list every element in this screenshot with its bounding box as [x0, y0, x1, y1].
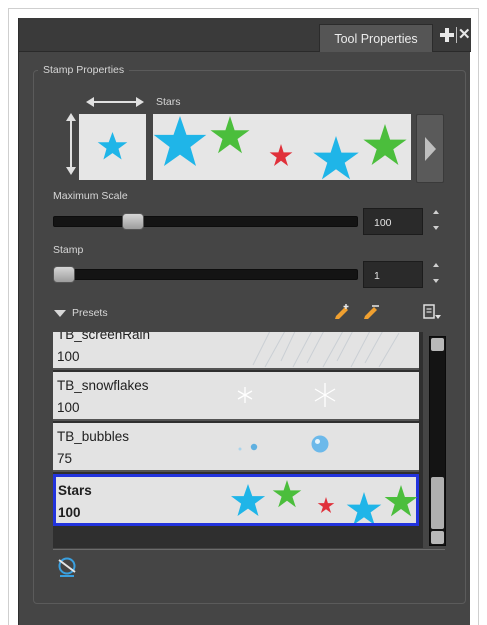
scroll-down-button[interactable] — [431, 531, 444, 544]
rain-preview — [252, 332, 400, 368]
stamp-label: Stamp — [53, 244, 84, 256]
star-green-icon — [272, 480, 302, 508]
preset-value: 100 — [58, 505, 81, 520]
scroll-thumb[interactable] — [431, 477, 444, 529]
tool-properties-panel: Tool Properties ✕ Stamp Properties Stars… — [18, 18, 471, 625]
star-red-icon — [269, 144, 293, 166]
tab-separator — [456, 27, 457, 43]
preset-name: TB_screenRain — [57, 332, 151, 342]
maximum-scale-spinner[interactable] — [431, 206, 441, 236]
maximum-scale-slider-handle[interactable] — [122, 213, 144, 230]
stamp-preview-strip — [153, 114, 411, 180]
maximum-scale-slider[interactable] — [53, 216, 358, 227]
bubbles-preview — [238, 435, 329, 453]
star-blue-icon — [231, 484, 266, 516]
preset-item-bubbles[interactable]: TB_bubbles 75 — [53, 423, 419, 472]
preset-item-stars[interactable]: Stars 100 — [53, 474, 419, 526]
preset-item-snowflakes[interactable]: TB_snowflakes 100 — [53, 372, 419, 421]
vertical-double-arrow-icon — [66, 113, 76, 175]
horizontal-double-arrow-icon — [86, 97, 144, 107]
stamp-field[interactable]: 1 — [363, 261, 423, 288]
tab-bar: Tool Properties ✕ — [19, 18, 471, 52]
star-blue-icon — [153, 116, 207, 166]
star-red-icon — [317, 497, 335, 513]
star-blue-icon — [313, 136, 359, 180]
presets-scrollbar[interactable] — [429, 336, 446, 546]
presets-header[interactable]: Presets — [54, 307, 108, 319]
collapse-triangle-icon[interactable] — [54, 309, 66, 317]
stamp-slider-handle[interactable] — [53, 266, 75, 283]
preset-name: TB_bubbles — [57, 429, 130, 444]
star-green-icon — [363, 124, 407, 165]
maximum-scale-field[interactable]: 100 — [363, 208, 423, 235]
preset-value: 75 — [57, 451, 73, 466]
star-green-icon — [210, 116, 250, 154]
maximum-scale-label: Maximum Scale — [53, 190, 128, 202]
list-divider — [53, 549, 445, 550]
stamp-slider[interactable] — [53, 269, 358, 280]
presets-label: Presets — [72, 307, 108, 319]
star-blue-icon — [97, 132, 128, 160]
rename-preset-icon[interactable] — [362, 304, 382, 320]
preset-name: Stars — [58, 483, 92, 498]
tab-tool-properties[interactable]: Tool Properties — [319, 24, 433, 52]
new-preset-icon[interactable] — [332, 304, 352, 320]
stars-preview — [231, 480, 418, 523]
preset-value: 100 — [57, 400, 80, 415]
snowflakes-preview — [237, 383, 336, 407]
star-green-icon — [384, 485, 418, 517]
stamp-preview-single — [79, 114, 146, 180]
star-blue-icon — [346, 492, 382, 523]
preset-value: 100 — [57, 349, 80, 364]
stamp-spinner[interactable] — [431, 259, 441, 289]
preset-name: TB_snowflakes — [57, 378, 149, 393]
next-stamp-button[interactable] — [416, 114, 444, 183]
close-icon[interactable]: ✕ — [458, 25, 471, 43]
add-icon[interactable] — [439, 27, 455, 43]
stamp-name-label: Stars — [156, 96, 181, 108]
plugin-icon[interactable] — [57, 557, 77, 579]
presets-list[interactable]: TB_screenRain 100 TB_snowflakes 100 TB_b… — [53, 332, 423, 548]
preset-item-screenrain[interactable]: TB_screenRain 100 — [53, 332, 419, 370]
group-title: Stamp Properties — [38, 64, 130, 76]
scroll-up-button[interactable] — [431, 338, 444, 351]
presets-menu-icon[interactable] — [422, 304, 442, 320]
